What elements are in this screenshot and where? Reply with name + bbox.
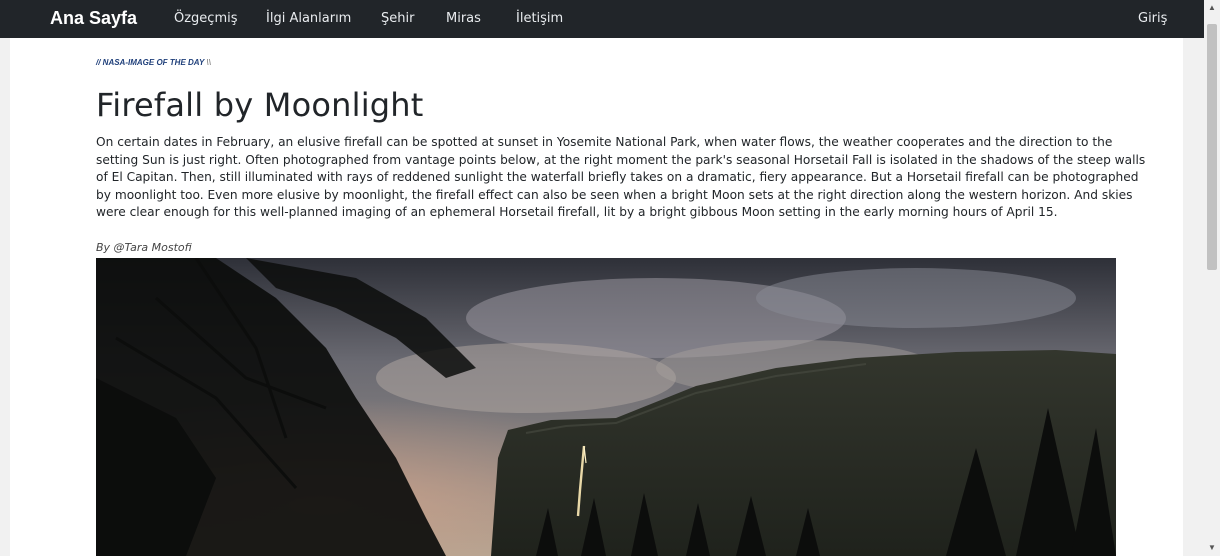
page-title: Firefall by Moonlight [96, 86, 424, 124]
nav-link-miras[interactable]: Miras [446, 11, 481, 26]
nav-link-ozgecmis[interactable]: Özgeçmiş [174, 11, 238, 26]
nav-link-sehir[interactable]: Şehir [381, 11, 414, 26]
photo-credit: By @Tara Mostofi [96, 241, 192, 254]
page-gutter-right [1183, 38, 1204, 556]
scrollbar-thumb[interactable] [1207, 24, 1217, 270]
vertical-scrollbar[interactable]: ▲ ▼ [1204, 0, 1220, 556]
article-body: On certain dates in February, an elusive… [96, 135, 1146, 219]
scroll-up-icon[interactable]: ▲ [1204, 0, 1220, 16]
top-navbar: Ana Sayfa Özgeçmiş İlgi Alanlarım Şehir … [0, 0, 1204, 38]
section-kicker: // NASA-IMAGE OF THE DAY \\ [96, 58, 211, 67]
login-link[interactable]: Giriş [1138, 11, 1167, 26]
nav-link-iletisim[interactable]: İletişim [516, 11, 563, 26]
firefall-photo-graphic [96, 258, 1116, 556]
kicker-label: // NASA-IMAGE OF THE DAY [96, 58, 205, 67]
page-gutter-left [0, 38, 10, 556]
brand-link[interactable]: Ana Sayfa [50, 8, 137, 29]
kicker-tail: \\ [204, 58, 211, 67]
scroll-down-icon[interactable]: ▼ [1204, 540, 1220, 556]
firefall-photo [96, 258, 1116, 556]
nav-link-ilgi-alanlarim[interactable]: İlgi Alanlarım [266, 11, 351, 26]
